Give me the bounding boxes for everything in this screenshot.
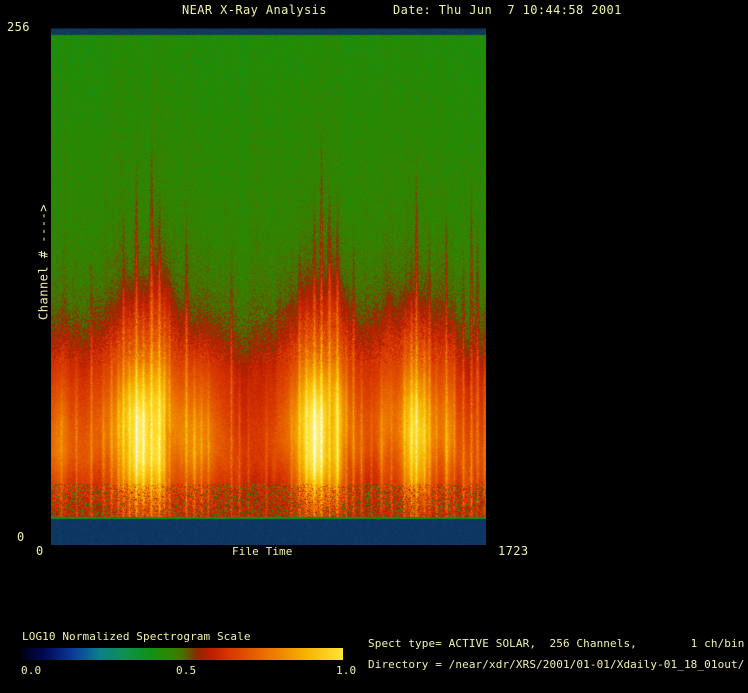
y-axis-min-label: 0 <box>17 531 25 544</box>
colorbar-gradient <box>22 648 343 660</box>
header-date: Date: Thu Jun 7 10:44:58 2001 <box>393 4 622 17</box>
app-window: NEAR X-Ray Analysis Date: Thu Jun 7 10:4… <box>0 0 748 693</box>
colorbar-tick-max: 1.0 <box>336 665 356 677</box>
x-axis-title: File Time <box>232 546 293 558</box>
spect-type-info: Spect type= ACTIVE SOLAR, 256 Channels, … <box>368 638 744 650</box>
colorbar-title: LOG10 Normalized Spectrogram Scale <box>22 631 251 643</box>
page-title: NEAR X-Ray Analysis <box>182 4 327 17</box>
x-axis-min-label: 0 <box>36 545 44 558</box>
directory-info: Directory = /near/xdr/XRS/2001/01-01/Xda… <box>368 659 744 671</box>
colorbar-tick-mid: 0.5 <box>176 665 196 677</box>
colorbar-tick-min: 0.0 <box>21 665 41 677</box>
spectrogram-plot <box>51 28 486 545</box>
x-axis-max-label: 1723 <box>498 545 529 558</box>
y-axis-max-label: 256 <box>7 21 30 34</box>
spectrogram-image <box>51 28 486 545</box>
y-axis-title: Channel # ----> <box>37 204 50 320</box>
